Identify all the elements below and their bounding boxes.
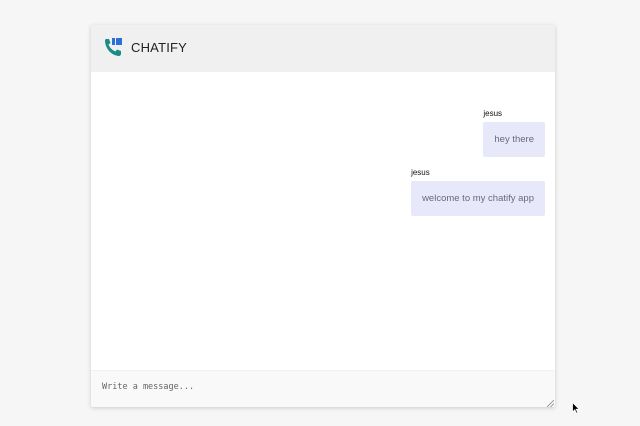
- message-sender: jesus: [483, 109, 503, 118]
- mouse-cursor-icon: [572, 402, 580, 414]
- message-bubble: welcome to my chatify app: [411, 181, 545, 216]
- message-item: jesus welcome to my chatify app: [411, 168, 545, 216]
- message-input[interactable]: [91, 371, 555, 407]
- message-bubble: hey there: [483, 122, 545, 157]
- chat-header: CHATIFY: [91, 25, 555, 72]
- phone-logo-icon: [105, 38, 122, 56]
- resize-grip-icon[interactable]: [547, 400, 554, 407]
- message-sender: jesus: [411, 168, 430, 177]
- app-title: CHATIFY: [131, 40, 188, 55]
- chat-window: CHATIFY jesus hey there jesus welcome to…: [91, 25, 555, 407]
- message-item: jesus hey there: [483, 109, 545, 157]
- message-composer: [91, 370, 555, 407]
- message-list: jesus hey there jesus welcome to my chat…: [91, 72, 555, 370]
